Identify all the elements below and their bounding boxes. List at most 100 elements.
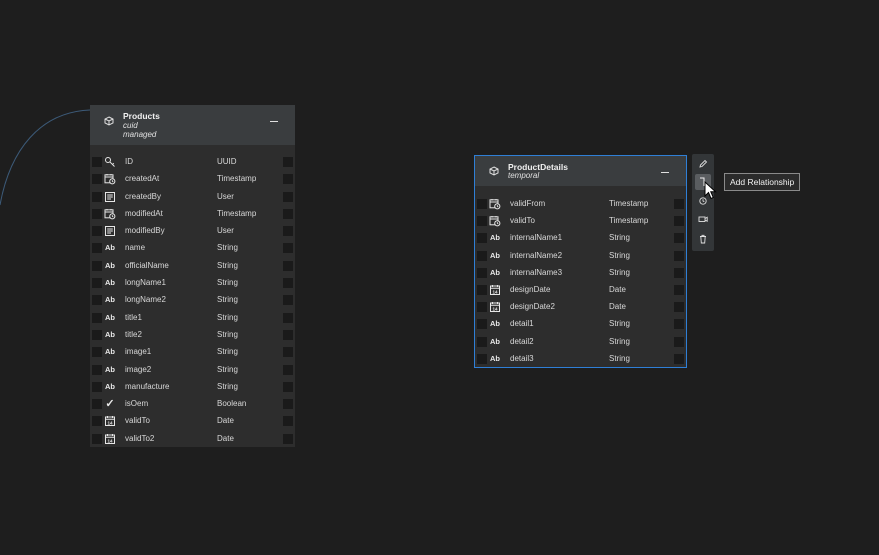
connection-handle[interactable] — [283, 260, 293, 271]
field-row[interactable]: Ab title2 String — [90, 327, 295, 344]
connection-handle[interactable] — [283, 226, 293, 237]
field-row[interactable]: modifiedAt Timestamp — [90, 206, 295, 223]
connection-handle[interactable] — [92, 208, 102, 219]
connection-handle[interactable] — [674, 233, 684, 244]
field-row[interactable]: Ab officialName String — [90, 258, 295, 275]
connection-handle[interactable] — [477, 319, 487, 330]
connection-handle[interactable] — [674, 267, 684, 278]
field-row[interactable]: validTo Timestamp — [475, 213, 686, 230]
calendar-icon: 14 — [489, 284, 501, 296]
connection-handle[interactable] — [283, 381, 293, 392]
connection-handle[interactable] — [477, 199, 487, 209]
connection-handle[interactable] — [92, 243, 102, 254]
connection-handle[interactable] — [92, 329, 102, 340]
connection-handle[interactable] — [477, 233, 487, 244]
connection-handle[interactable] — [477, 267, 487, 278]
connection-handle[interactable] — [283, 278, 293, 289]
field-type: String — [609, 353, 630, 363]
field-row[interactable]: Ab longName1 String — [90, 275, 295, 292]
connection-handle[interactable] — [477, 216, 487, 227]
connection-handle[interactable] — [283, 157, 293, 167]
field-row[interactable]: ID UUID — [90, 154, 295, 171]
connection-handle[interactable] — [92, 416, 102, 427]
connection-handle[interactable] — [674, 353, 684, 364]
connection-handle[interactable] — [92, 295, 102, 306]
connection-handle[interactable] — [283, 433, 293, 444]
field-row[interactable]: 14 designDate Date — [475, 282, 686, 299]
entity-products[interactable]: Products cuid managed ID UUID createdAt Tim… — [90, 105, 295, 447]
connection-handle[interactable] — [92, 260, 102, 271]
field-row[interactable]: Ab title1 String — [90, 310, 295, 327]
connection-handle[interactable] — [283, 364, 293, 375]
connection-handle[interactable] — [92, 312, 102, 323]
connection-handle[interactable] — [283, 174, 293, 185]
connection-handle[interactable] — [92, 433, 102, 444]
field-row[interactable]: Ab manufacture String — [90, 379, 295, 396]
pencil-icon[interactable] — [695, 156, 711, 172]
entity-header[interactable]: Products cuid managed — [90, 105, 295, 145]
connection-handle[interactable] — [283, 312, 293, 323]
connection-handle[interactable] — [283, 295, 293, 306]
connection-handle[interactable] — [92, 364, 102, 375]
field-row[interactable]: ✓ isOem Boolean — [90, 396, 295, 413]
connection-handle[interactable] — [477, 302, 487, 313]
field-type: String — [217, 329, 238, 339]
connection-handle[interactable] — [674, 319, 684, 330]
connection-handle[interactable] — [283, 243, 293, 254]
connection-handle[interactable] — [283, 416, 293, 427]
connection-handle[interactable] — [92, 157, 102, 167]
connection-handle[interactable] — [674, 302, 684, 313]
field-type: Timestamp — [217, 174, 257, 184]
connection-handle[interactable] — [283, 191, 293, 202]
connection-handle[interactable] — [92, 226, 102, 237]
field-row[interactable]: Ab detail3 String — [475, 351, 686, 368]
field-type: String — [217, 364, 238, 374]
connection-handle[interactable] — [92, 174, 102, 185]
field-row[interactable]: 14 validTo2 Date — [90, 431, 295, 448]
connection-handle[interactable] — [283, 329, 293, 340]
field-row[interactable]: Ab internalName2 String — [475, 248, 686, 265]
field-row[interactable]: Ab image1 String — [90, 344, 295, 361]
connection-handle[interactable] — [477, 353, 487, 364]
connection-handle[interactable] — [674, 284, 684, 295]
connection-handle[interactable] — [92, 381, 102, 392]
connection-handle[interactable] — [674, 216, 684, 227]
field-row[interactable]: createdBy User — [90, 189, 295, 206]
connection-handle[interactable] — [674, 336, 684, 347]
entity-product-details[interactable]: ProductDetails temporal validFrom Timesta… — [474, 155, 687, 368]
connection-handle[interactable] — [477, 284, 487, 295]
field-row[interactable]: modifiedBy User — [90, 223, 295, 240]
connection-handle[interactable] — [283, 399, 293, 410]
diagram-canvas[interactable]: Products cuid managed ID UUID createdAt Tim… — [0, 0, 879, 555]
field-row[interactable]: createdAt Timestamp — [90, 171, 295, 188]
field-name: image2 — [125, 364, 152, 374]
field-row[interactable]: Ab name String — [90, 240, 295, 257]
field-row[interactable]: 14 validTo Date — [90, 413, 295, 430]
connection-handle[interactable] — [674, 250, 684, 261]
connection-handle[interactable] — [283, 208, 293, 219]
connection-handle[interactable] — [283, 347, 293, 358]
field-row[interactable]: Ab longName2 String — [90, 292, 295, 309]
connection-handle[interactable] — [477, 250, 487, 261]
entity-header[interactable]: ProductDetails temporal — [475, 156, 686, 186]
connection-handle[interactable] — [92, 278, 102, 289]
field-name: officialName — [125, 260, 169, 270]
field-row[interactable]: Ab internalName1 String — [475, 230, 686, 247]
camera-icon[interactable] — [695, 211, 711, 227]
field-row[interactable]: Ab image2 String — [90, 362, 295, 379]
field-row[interactable]: Ab detail2 String — [475, 334, 686, 351]
field-name: internalName3 — [510, 267, 563, 277]
field-type: Timestamp — [609, 199, 649, 208]
connection-handle[interactable] — [92, 191, 102, 202]
field-row[interactable]: Ab detail1 String — [475, 316, 686, 333]
field-row[interactable]: Ab internalName3 String — [475, 265, 686, 282]
field-row[interactable]: 14 designDate2 Date — [475, 299, 686, 316]
connection-handle[interactable] — [92, 399, 102, 410]
connection-handle[interactable] — [477, 336, 487, 347]
minimize-button[interactable] — [270, 121, 278, 122]
connection-handle[interactable] — [92, 347, 102, 358]
connection-handle[interactable] — [674, 199, 684, 209]
field-row[interactable]: validFrom Timestamp — [475, 196, 686, 213]
minimize-button[interactable] — [661, 172, 669, 173]
trash-icon[interactable] — [695, 231, 711, 247]
